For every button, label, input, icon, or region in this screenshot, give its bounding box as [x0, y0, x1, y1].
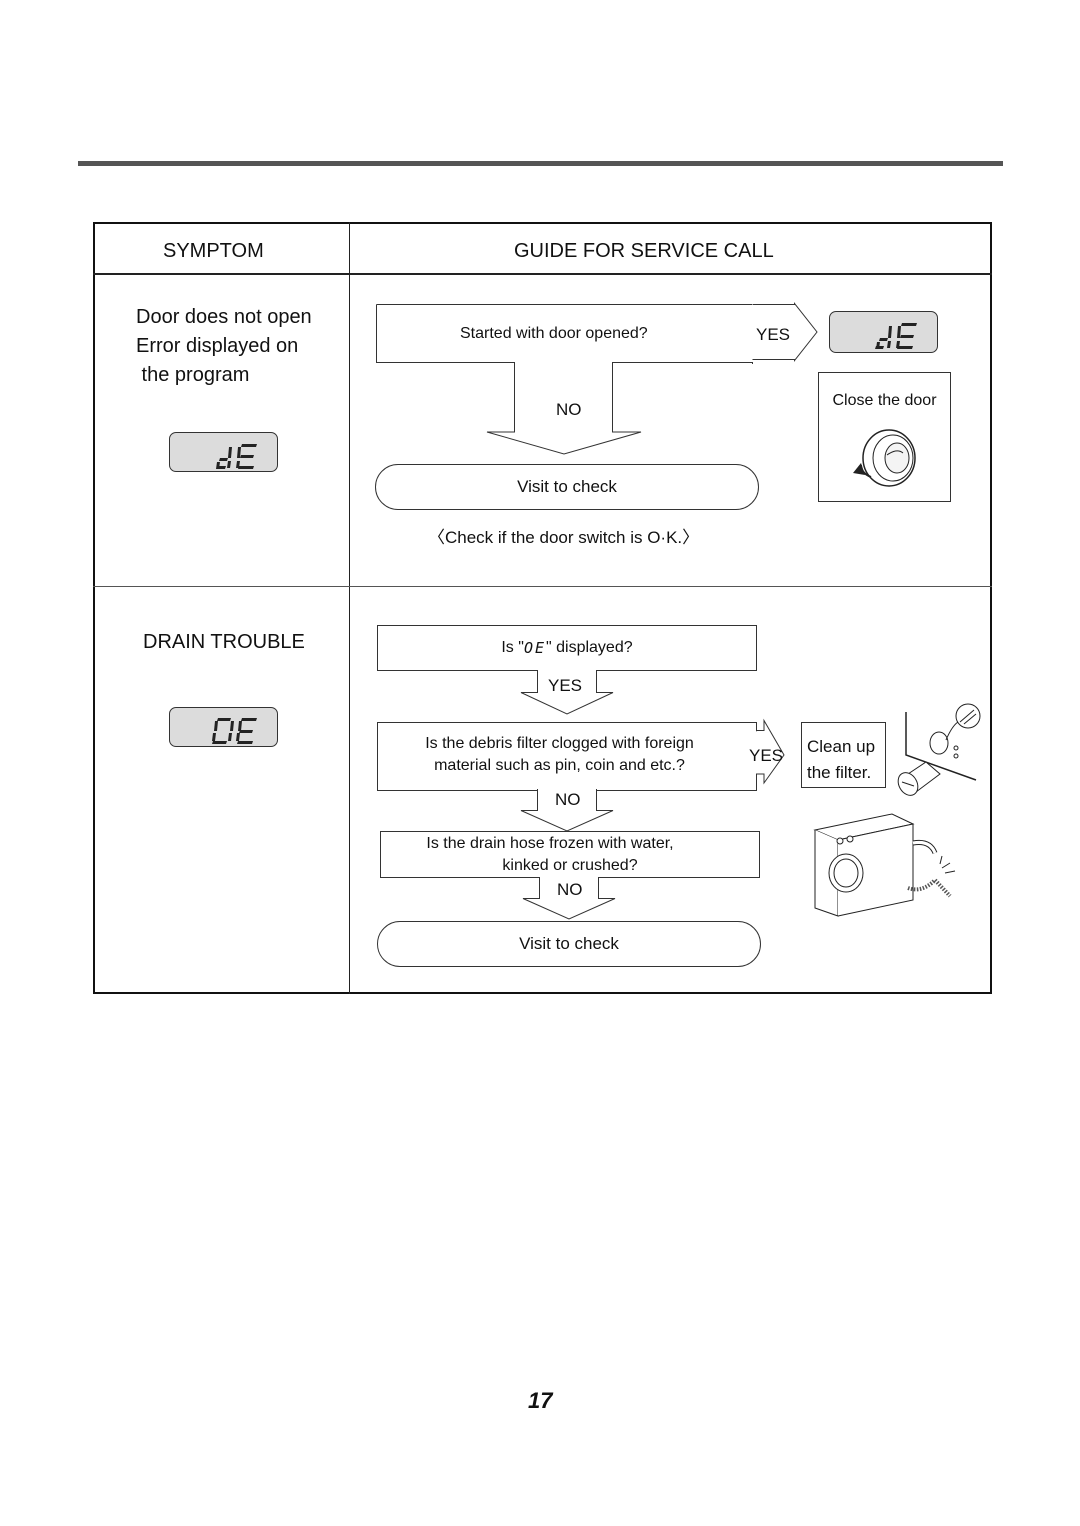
seven-segment-de-icon: [875, 323, 917, 349]
door-yes-label: YES: [756, 325, 791, 344]
drain-symptom: DRAIN TROUBLE: [143, 631, 305, 653]
q2-line: Is the debris filter clogged with foreig…: [425, 735, 694, 752]
washer-door-icon: [853, 429, 916, 487]
header-rule: [78, 161, 1003, 166]
drain-question-1: Is " OE " displayed?: [377, 625, 757, 671]
washing-machine-icon: [813, 813, 956, 917]
door-switch-note: 〈Check if the door switch is O·K.〉: [428, 523, 699, 548]
clean-filter-box: Clean up the filter.: [801, 722, 886, 788]
q2-line: material such as pin, coin and etc.?: [434, 757, 685, 774]
lcd-display-de: [169, 432, 278, 472]
door-symptom-line: the program: [136, 364, 250, 386]
drain-question-2: Is the debris filter clogged with foreig…: [377, 733, 742, 777]
q1-code: OE: [523, 639, 546, 657]
door-symptom-line: Door does not open: [136, 306, 312, 328]
door-no-label: NO: [556, 400, 582, 419]
q3-line: kinked or crushed?: [502, 857, 638, 874]
door-symptom-line: Error displayed on: [136, 335, 299, 357]
door-question: Started with door opened?: [460, 325, 648, 342]
clean-filter-line: Clean up: [807, 737, 876, 756]
column-divider: [349, 222, 350, 994]
header-divider: [93, 273, 992, 275]
lcd-display-de-result: [829, 311, 938, 353]
guide-header: GUIDE FOR SERVICE CALL: [514, 240, 774, 262]
close-angle-icon: 〉: [682, 528, 700, 547]
close-door-label: Close the door: [832, 392, 937, 409]
q1-suffix: " displayed?: [546, 639, 633, 656]
q2-yes-label: YES: [749, 746, 784, 765]
close-door-box: Close the door: [818, 372, 951, 502]
q1-yes-label: YES: [548, 676, 583, 695]
row-divider: [93, 586, 992, 587]
q3-line: Is the drain hose frozen with water,: [426, 835, 674, 852]
door-symptom: Door does not open Error displayed on th…: [136, 303, 312, 390]
q1-prefix: Is ": [501, 639, 524, 656]
drain-filter-icon: [897, 703, 981, 796]
q3-no-label: NO: [557, 880, 583, 899]
page-number: 17: [528, 1388, 553, 1413]
seven-segment-oe-icon: [212, 718, 257, 744]
lcd-display-oe: [169, 707, 278, 747]
drain-question-3: Is the drain hose frozen with water, kin…: [380, 831, 760, 878]
door-visit-to-check: Visit to check: [375, 464, 759, 510]
open-angle-icon: 〈: [428, 528, 445, 547]
clean-filter-line: the filter.: [807, 763, 872, 782]
symptom-header: SYMPTOM: [163, 240, 264, 262]
seven-segment-de-icon: [216, 444, 257, 469]
drain-visit-to-check: Visit to check: [377, 921, 761, 967]
door-note-text: Check if the door switch is O·K.: [445, 528, 683, 547]
q2-no-label: NO: [555, 790, 581, 809]
